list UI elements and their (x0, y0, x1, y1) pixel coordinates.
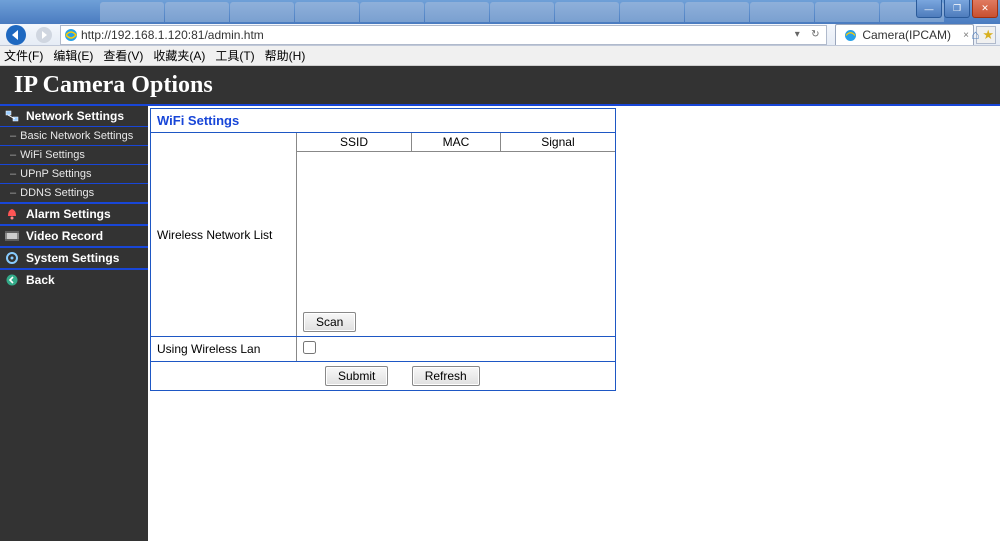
sidebar-item-label: WiFi Settings (20, 149, 85, 161)
gear-icon (4, 251, 20, 265)
col-ssid: SSID (297, 133, 412, 151)
url-input[interactable] (79, 28, 788, 42)
browser-menubar: 文件(F) 编辑(E) 查看(V) 收藏夹(A) 工具(T) 帮助(H) (0, 46, 1000, 66)
sidebar-cat-label: Network Settings (26, 109, 124, 123)
network-icon (4, 109, 20, 123)
menu-help[interactable]: 帮助(H) (265, 47, 306, 64)
sidebar-cat-alarm[interactable]: Alarm Settings (0, 203, 148, 225)
url-dropdown-icon[interactable]: ▾ (788, 27, 806, 43)
sidebar-cat-system[interactable]: System Settings (0, 247, 148, 269)
sidebar-item-wifi[interactable]: –WiFi Settings (0, 146, 148, 165)
tab-close-icon[interactable]: × (963, 30, 969, 41)
scan-button[interactable]: Scan (303, 312, 356, 332)
sidebar: Network Settings –Basic Network Settings… (0, 106, 148, 541)
tab-camera[interactable]: Camera(IPCAM) × (835, 24, 974, 45)
sidebar-cat-label: System Settings (26, 251, 119, 265)
sidebar-cat-label: Back (26, 273, 55, 287)
use-wlan-label: Using Wireless Lan (151, 337, 297, 361)
wifi-list-header: SSID MAC Signal (297, 133, 615, 152)
menu-tools[interactable]: 工具(T) (215, 47, 254, 64)
favorites-star-icon[interactable]: ★ (982, 27, 994, 43)
submit-button[interactable]: Submit (325, 366, 388, 386)
background-tab[interactable] (165, 2, 229, 22)
background-tab[interactable] (360, 2, 424, 22)
sidebar-cat-network[interactable]: Network Settings (0, 106, 148, 127)
sidebar-item-label: UPnP Settings (20, 168, 91, 180)
wifi-list-body (297, 152, 615, 308)
menu-file[interactable]: 文件(F) (4, 47, 43, 64)
use-wlan-checkbox[interactable] (303, 341, 316, 354)
background-tab[interactable] (620, 2, 684, 22)
content-area: WiFi Settings Wireless Network List SSID… (148, 106, 1000, 541)
background-tab[interactable] (750, 2, 814, 22)
address-bar[interactable]: ▾ ↻ (60, 25, 827, 45)
nav-back-button[interactable] (4, 25, 28, 45)
window-maximize-button[interactable]: ❐ (944, 0, 970, 18)
window-close-button[interactable]: ✕ (972, 0, 998, 18)
ie-logo-icon (63, 27, 79, 43)
background-tab[interactable] (685, 2, 749, 22)
refresh-button[interactable]: Refresh (412, 366, 480, 386)
background-tab[interactable] (555, 2, 619, 22)
sidebar-cat-label: Video Record (26, 229, 103, 243)
background-tab[interactable] (230, 2, 294, 22)
home-icon[interactable]: ⌂ (971, 27, 979, 43)
window-minimize-button[interactable]: — (916, 0, 942, 18)
sidebar-item-basic-network[interactable]: –Basic Network Settings (0, 127, 148, 146)
wireless-list-label: Wireless Network List (151, 133, 297, 336)
menu-view[interactable]: 查看(V) (103, 47, 143, 64)
sidebar-item-label: Basic Network Settings (20, 130, 133, 142)
bell-icon (4, 207, 20, 221)
background-tab[interactable] (100, 2, 164, 22)
sidebar-cat-video[interactable]: Video Record (0, 225, 148, 247)
background-tab[interactable] (815, 2, 879, 22)
back-icon (4, 273, 20, 287)
sidebar-cat-label: Alarm Settings (26, 207, 111, 221)
panel-title: WiFi Settings (151, 109, 615, 133)
col-mac: MAC (412, 133, 501, 151)
page-title: IP Camera Options (0, 66, 1000, 106)
nav-forward-button[interactable] (32, 25, 56, 45)
nav-refresh-icon[interactable]: ↻ (806, 27, 824, 43)
sidebar-item-label: DDNS Settings (20, 187, 94, 199)
background-tab[interactable] (295, 2, 359, 22)
sidebar-cat-back[interactable]: Back (0, 269, 148, 290)
film-icon (4, 229, 20, 243)
sidebar-item-ddns[interactable]: –DDNS Settings (0, 184, 148, 203)
sidebar-item-upnp[interactable]: –UPnP Settings (0, 165, 148, 184)
menu-favorites[interactable]: 收藏夹(A) (153, 47, 205, 64)
background-tab[interactable] (490, 2, 554, 22)
background-tab[interactable] (425, 2, 489, 22)
browser-navbar: ▾ ↻ Camera(IPCAM) × ⌂ ★ (0, 24, 1000, 46)
col-signal: Signal (501, 133, 615, 151)
background-tab-strip (100, 2, 944, 22)
menu-edit[interactable]: 编辑(E) (53, 47, 93, 64)
ie-logo-icon (842, 27, 858, 43)
tab-label: Camera(IPCAM) (862, 28, 951, 42)
window-titlebar: — ❐ ✕ (0, 0, 1000, 24)
